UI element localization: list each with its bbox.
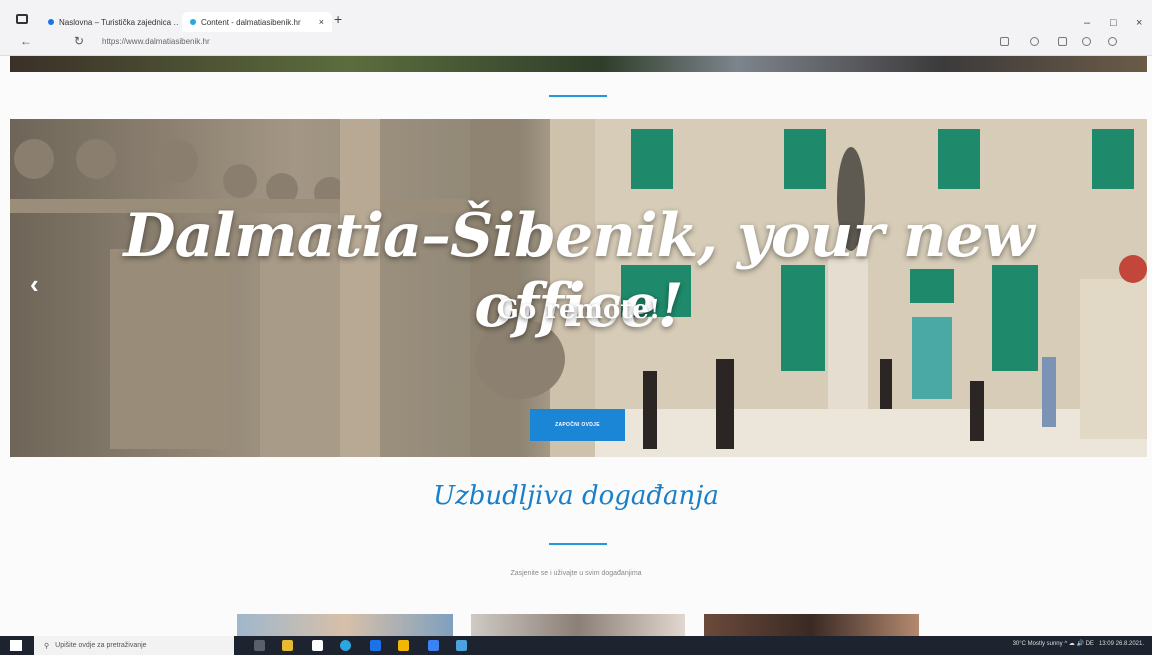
windows-start-icon[interactable]	[10, 640, 22, 651]
browser-chrome: Naslovna – Turistička zajednica … × Cont…	[0, 0, 1152, 56]
section-subtitle: Zasjenite se i uživajte u svim događanji…	[510, 570, 642, 577]
edge-icon[interactable]	[340, 640, 351, 651]
clock-time: 13:09	[1098, 641, 1114, 647]
previous-slide-strip	[10, 56, 1147, 72]
taskbar-search[interactable]: ⚲ Upišite ovdje za pretraživanje	[34, 636, 234, 655]
start-here-button[interactable]: ZAPOČNI OVDJE	[530, 409, 625, 441]
file-explorer-icon[interactable]	[282, 640, 293, 651]
section-divider	[549, 543, 607, 545]
sticky-notes-icon[interactable]	[398, 640, 409, 651]
tab-home[interactable]: Naslovna – Turistička zajednica … ×	[40, 12, 178, 32]
weather-text: 30°C Mostly sunny ^ ☁ 🔊 DE	[1012, 641, 1094, 647]
event-card[interactable]	[471, 614, 685, 636]
section-divider	[549, 95, 607, 97]
tab-strip: Naslovna – Turistička zajednica … × Cont…	[0, 10, 1152, 32]
new-tab-button[interactable]: +	[334, 11, 342, 27]
maximize-button[interactable]: □	[1110, 17, 1117, 29]
app-icon[interactable]	[456, 640, 467, 651]
app-icon[interactable]	[428, 640, 439, 651]
hero-slider: ‹ Dalmatia–Šibenik, your new office! Go …	[10, 119, 1147, 457]
minimize-button[interactable]: –	[1084, 17, 1090, 29]
collections-icon[interactable]	[1058, 37, 1067, 46]
store-icon[interactable]	[312, 640, 323, 651]
event-card[interactable]	[704, 614, 919, 636]
tab-actions-icon[interactable]	[16, 14, 28, 24]
close-tab-icon[interactable]: ×	[319, 17, 324, 27]
reader-icon[interactable]	[1000, 37, 1009, 46]
favorites-icon[interactable]	[1030, 37, 1039, 46]
windows-taskbar: ⚲ Upišite ovdje za pretraživanje 30°C Mo…	[0, 636, 1152, 655]
tab-content[interactable]: Content - dalmatiasibenik.hr ×	[182, 12, 332, 32]
search-icon: ⚲	[44, 642, 50, 650]
search-placeholder: Upišite ovdje za pretraživanje	[55, 642, 147, 649]
back-icon[interactable]: ←	[20, 34, 32, 48]
close-window-button[interactable]: ×	[1136, 17, 1142, 29]
tab-label: Content - dalmatiasibenik.hr	[201, 17, 301, 27]
system-tray[interactable]: 30°C Mostly sunny ^ ☁ 🔊 DE 13:09 26.8.20…	[1013, 640, 1144, 647]
clock-date: 26.8.2021.	[1115, 641, 1144, 647]
profile-icon[interactable]	[1108, 37, 1117, 46]
section-title: Uzbudljiva događanja	[433, 481, 719, 511]
nav-bar: ← ↻ https://www.dalmatiasibenik.hr	[0, 34, 1152, 54]
mail-icon[interactable]	[370, 640, 381, 651]
event-card[interactable]	[237, 614, 453, 636]
address-bar[interactable]: https://www.dalmatiasibenik.hr	[102, 37, 210, 46]
extensions-icon[interactable]	[1082, 37, 1091, 46]
refresh-icon[interactable]: ↻	[74, 34, 84, 48]
task-view-icon[interactable]	[254, 640, 265, 651]
favicon-icon	[48, 19, 54, 25]
tab-label: Naslovna – Turistička zajednica …	[59, 17, 178, 27]
favicon-icon	[190, 19, 196, 25]
hero-subtitle: Go remote!	[496, 295, 661, 325]
